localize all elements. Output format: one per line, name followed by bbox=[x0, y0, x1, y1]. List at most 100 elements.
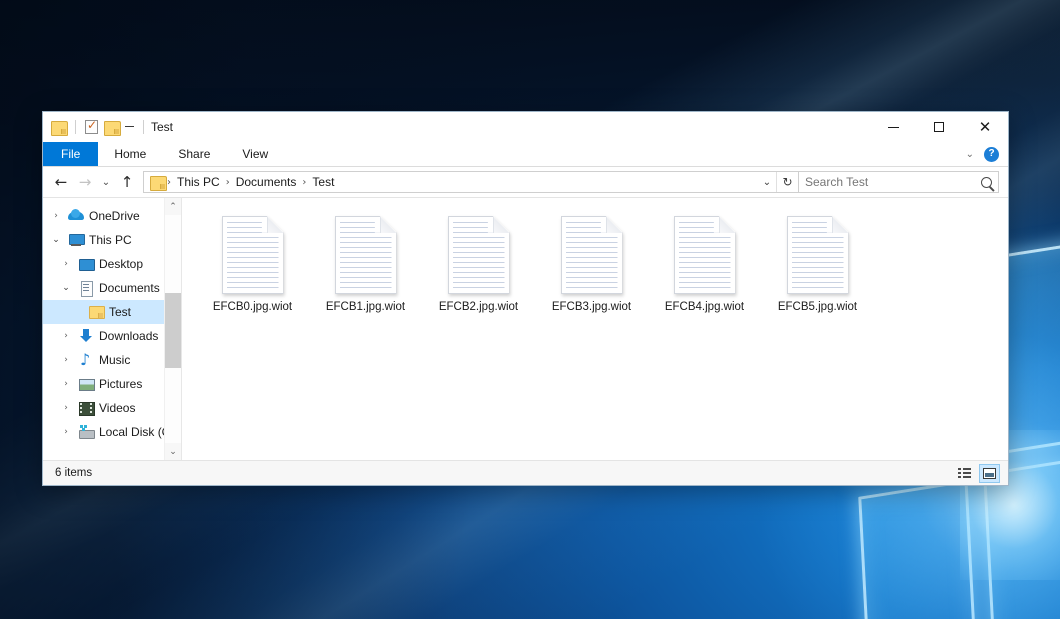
view-mode-buttons bbox=[954, 464, 1000, 483]
sidebar-item-onedrive[interactable]: › OneDrive bbox=[43, 204, 181, 228]
computer-icon bbox=[68, 232, 84, 248]
chevron-down-icon[interactable]: ⌄ bbox=[59, 283, 73, 293]
file-name: EFCB4.jpg.wiot bbox=[665, 300, 744, 314]
sidebar-item-label: Test bbox=[109, 305, 131, 319]
up-button[interactable]: ↑ bbox=[115, 170, 139, 194]
generic-file-icon bbox=[222, 216, 284, 294]
sidebar-item-desktop[interactable]: › Desktop bbox=[43, 252, 181, 276]
file-item[interactable]: EFCB1.jpg.wiot bbox=[309, 212, 422, 320]
qat-divider-1 bbox=[75, 120, 76, 134]
file-item[interactable]: EFCB3.jpg.wiot bbox=[535, 212, 648, 320]
sidebar-item-music[interactable]: › Music bbox=[43, 348, 181, 372]
maximize-button[interactable] bbox=[916, 112, 962, 142]
sidebar-item-downloads[interactable]: › Downloads bbox=[43, 324, 181, 348]
breadcrumb-item-test[interactable]: Test bbox=[308, 175, 338, 189]
details-view-button[interactable] bbox=[954, 464, 975, 483]
sidebar-item-videos[interactable]: › Videos bbox=[43, 396, 181, 420]
qat-divider-2 bbox=[143, 120, 144, 134]
back-button[interactable]: ← bbox=[49, 170, 73, 194]
sidebar-item-label: Downloads bbox=[99, 329, 158, 343]
generic-file-icon bbox=[335, 216, 397, 294]
file-name: EFCB0.jpg.wiot bbox=[213, 300, 292, 314]
sidebar-item-label: This PC bbox=[89, 233, 132, 247]
new-folder-icon[interactable] bbox=[104, 121, 119, 134]
close-button[interactable]: ✕ bbox=[962, 112, 1008, 142]
address-bar: ← → ⌄ ↑ › This PC › Documents › Test ⌄ ↻ bbox=[43, 167, 1008, 197]
refresh-icon[interactable]: ↻ bbox=[776, 172, 798, 192]
sidebar-item-test[interactable]: Test bbox=[43, 300, 181, 324]
chevron-right-icon[interactable]: › bbox=[59, 355, 73, 365]
address-dropdown-chevron-down-icon[interactable]: ⌄ bbox=[758, 172, 776, 192]
scroll-down-button[interactable]: ⌄ bbox=[165, 443, 182, 460]
breadcrumb-separator-2: › bbox=[300, 177, 308, 188]
music-icon bbox=[78, 352, 94, 368]
scroll-up-button[interactable]: ⌃ bbox=[165, 198, 182, 215]
file-list-pane[interactable]: EFCB0.jpg.wiot EFCB1.jpg.wiot bbox=[181, 198, 1008, 460]
sidebar-item-this-pc[interactable]: ⌄ This PC bbox=[43, 228, 181, 252]
file-item[interactable]: EFCB4.jpg.wiot bbox=[648, 212, 761, 320]
ribbon-right-controls: ⌄ ? bbox=[966, 142, 1008, 166]
tab-share[interactable]: Share bbox=[162, 142, 226, 166]
scrollbar-track[interactable] bbox=[165, 215, 182, 443]
large-icons-view-button[interactable] bbox=[979, 464, 1000, 483]
chevron-right-icon[interactable]: › bbox=[59, 403, 73, 413]
file-name: EFCB3.jpg.wiot bbox=[552, 300, 631, 314]
navigation-pane: › OneDrive ⌄ This PC › Desktop ⌄ bbox=[43, 198, 181, 460]
sidebar-item-label: Videos bbox=[99, 401, 135, 415]
sidebar-item-label: Documents bbox=[99, 281, 160, 295]
breadcrumb-controls: ⌄ ↻ bbox=[758, 172, 798, 192]
search-box[interactable] bbox=[799, 171, 999, 193]
sidebar-item-label: OneDrive bbox=[89, 209, 140, 223]
sidebar-item-local-disk-c[interactable]: › Local Disk (C:) bbox=[43, 420, 181, 444]
navigation-pane-scrollbar[interactable]: ⌃ ⌄ bbox=[164, 198, 181, 460]
file-explorer-window: Test ✕ File Home Share View ⌄ ? bbox=[42, 111, 1009, 486]
download-icon bbox=[78, 328, 94, 344]
breadcrumb-item-this-pc[interactable]: This PC bbox=[173, 175, 224, 189]
recent-locations-chevron-down-icon[interactable]: ⌄ bbox=[97, 170, 115, 194]
cloud-icon bbox=[68, 208, 84, 224]
search-input[interactable] bbox=[805, 175, 977, 189]
sidebar-item-label: Music bbox=[99, 353, 130, 367]
desktop: Test ✕ File Home Share View ⌄ ? bbox=[0, 0, 1060, 619]
forward-button[interactable]: → bbox=[73, 170, 97, 194]
file-item[interactable]: EFCB2.jpg.wiot bbox=[422, 212, 535, 320]
properties-icon[interactable] bbox=[85, 120, 98, 134]
scrollbar-thumb[interactable] bbox=[165, 293, 182, 368]
breadcrumb-folder-icon[interactable] bbox=[150, 176, 165, 189]
sidebar-item-label: Pictures bbox=[99, 377, 142, 391]
item-count-label: 6 items bbox=[55, 467, 92, 479]
close-icon: ✕ bbox=[979, 120, 992, 135]
chevron-down-icon[interactable]: ⌄ bbox=[49, 235, 63, 245]
chevron-right-icon[interactable]: › bbox=[59, 427, 73, 437]
generic-file-icon bbox=[787, 216, 849, 294]
window-controls: ✕ bbox=[870, 112, 1008, 142]
tab-home[interactable]: Home bbox=[98, 142, 162, 166]
chevron-right-icon[interactable]: › bbox=[49, 211, 63, 221]
pictures-icon bbox=[78, 376, 94, 392]
chevron-right-icon[interactable]: › bbox=[59, 379, 73, 389]
help-icon[interactable]: ? bbox=[984, 147, 999, 162]
maximize-icon bbox=[934, 122, 944, 132]
sidebar-item-documents[interactable]: ⌄ Documents bbox=[43, 276, 181, 300]
large-icons-view-icon bbox=[983, 468, 996, 479]
file-item[interactable]: EFCB5.jpg.wiot bbox=[761, 212, 874, 320]
qat-customize-chevron-down-icon[interactable] bbox=[125, 126, 134, 128]
minimize-icon bbox=[888, 127, 899, 128]
chevron-right-icon[interactable]: › bbox=[59, 259, 73, 269]
search-icon[interactable] bbox=[981, 177, 992, 188]
breadcrumb[interactable]: › This PC › Documents › Test ⌄ ↻ bbox=[143, 171, 799, 193]
minimize-button[interactable] bbox=[870, 112, 916, 142]
expand-ribbon-chevron-down-icon[interactable]: ⌄ bbox=[966, 149, 974, 160]
sidebar-item-pictures[interactable]: › Pictures bbox=[43, 372, 181, 396]
breadcrumb-separator-1: › bbox=[224, 177, 232, 188]
tab-file[interactable]: File bbox=[43, 142, 98, 166]
breadcrumb-item-documents[interactable]: Documents bbox=[232, 175, 301, 189]
explorer-folder-icon[interactable] bbox=[51, 121, 66, 134]
disk-icon bbox=[78, 424, 94, 440]
chevron-right-icon[interactable]: › bbox=[59, 331, 73, 341]
file-item[interactable]: EFCB0.jpg.wiot bbox=[196, 212, 309, 320]
desktop-icon bbox=[78, 256, 94, 272]
tab-view[interactable]: View bbox=[226, 142, 284, 166]
status-bar: 6 items bbox=[43, 460, 1008, 485]
file-name: EFCB2.jpg.wiot bbox=[439, 300, 518, 314]
